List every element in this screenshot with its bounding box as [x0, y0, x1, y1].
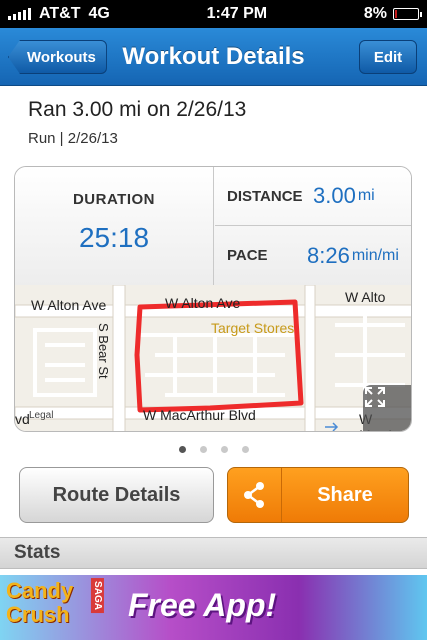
navigation-bar: Workouts Workout Details Edit [0, 28, 427, 86]
ad-brand-tag: SAGA [90, 578, 104, 613]
map-label-blvd-left: vd [15, 411, 30, 427]
battery-fill [395, 10, 397, 18]
distance-cell: DISTANCE 3.00 mi [215, 167, 411, 226]
street-east [304, 285, 316, 431]
status-right: 8% [363, 5, 422, 23]
back-workouts-button[interactable]: Workouts [8, 40, 107, 74]
share-icon [228, 468, 282, 522]
distance-unit: mi [357, 187, 375, 204]
signal-strength-icon [8, 8, 31, 20]
share-button[interactable]: Share [227, 467, 409, 523]
map-legal-link[interactable]: Legal [29, 410, 53, 421]
one-way-arrow-icon [325, 422, 339, 431]
page-title: Workout Details [122, 42, 305, 70]
map-label-bear: S Bear St [96, 323, 111, 379]
duration-value: 25:18 [78, 222, 150, 253]
map-label-alton-right: W Alto [345, 289, 386, 305]
page-dot[interactable] [178, 446, 186, 453]
page-dot[interactable] [199, 446, 207, 453]
map-poi-target: Target Stores [211, 320, 295, 336]
ad-brand-line2: Crush [6, 602, 70, 627]
distance-label: DISTANCE [227, 187, 303, 205]
page-dot[interactable] [241, 446, 249, 453]
carrier-label: AT&T [39, 5, 81, 22]
street-bear [112, 285, 126, 431]
stats-panel: DURATION 25:18 DISTANCE 3.00 mi PACE 8:2… [15, 167, 411, 285]
route-map[interactable]: W Alton Ave W Alton Ave W Alto S Bear St… [15, 285, 411, 431]
workout-subtitle: Run | 2/26/13 [28, 130, 118, 147]
map-label-macarthur-mid: W MacArthur Blvd [143, 407, 256, 423]
network-label: 4G [88, 5, 110, 22]
pace-value: 8:26 [307, 242, 350, 268]
route-details-button[interactable]: Route Details [19, 467, 214, 523]
ad-brand-logo: Candy Crush [6, 579, 73, 627]
battery-percent: 8% [363, 5, 387, 22]
page-dot[interactable] [220, 446, 228, 453]
status-bar: AT&T 4G 1:47 PM 8% [0, 0, 427, 28]
workout-summary: Ran 3.00 mi on 2/26/13 Run | 2/26/13 [0, 86, 427, 164]
distance-value: 3.00 [313, 183, 356, 208]
map-label-alton-mid: W Alton Ave [165, 295, 241, 311]
duration-cell: DURATION 25:18 [15, 167, 214, 285]
action-buttons: Route Details Share [19, 467, 409, 523]
pace-unit: min/mi [351, 246, 399, 264]
page-indicator[interactable] [0, 446, 427, 453]
ad-brand-line1: Candy [6, 578, 74, 603]
clock: 1:47 PM [206, 5, 268, 22]
workout-card[interactable]: DURATION 25:18 DISTANCE 3.00 mi PACE 8:2… [14, 166, 412, 432]
status-left: AT&T 4G [8, 5, 110, 23]
expand-icon [365, 387, 385, 407]
duration-label: DURATION [72, 191, 156, 208]
ad-banner[interactable]: Candy Crush SAGA Free App! [0, 575, 427, 640]
edit-button[interactable]: Edit [359, 40, 417, 74]
ad-cta: Free App! [128, 587, 277, 623]
expand-map-button[interactable] [363, 385, 411, 431]
battery-icon [393, 8, 422, 20]
map-label-alton-left: W Alton Ave [31, 297, 107, 313]
pace-cell: PACE 8:26 min/mi [215, 226, 411, 285]
pace-label: PACE [227, 247, 268, 264]
workout-title: Ran 3.00 mi on 2/26/13 [28, 98, 247, 121]
stats-section-header: Stats [0, 537, 427, 569]
share-label: Share [317, 483, 373, 506]
